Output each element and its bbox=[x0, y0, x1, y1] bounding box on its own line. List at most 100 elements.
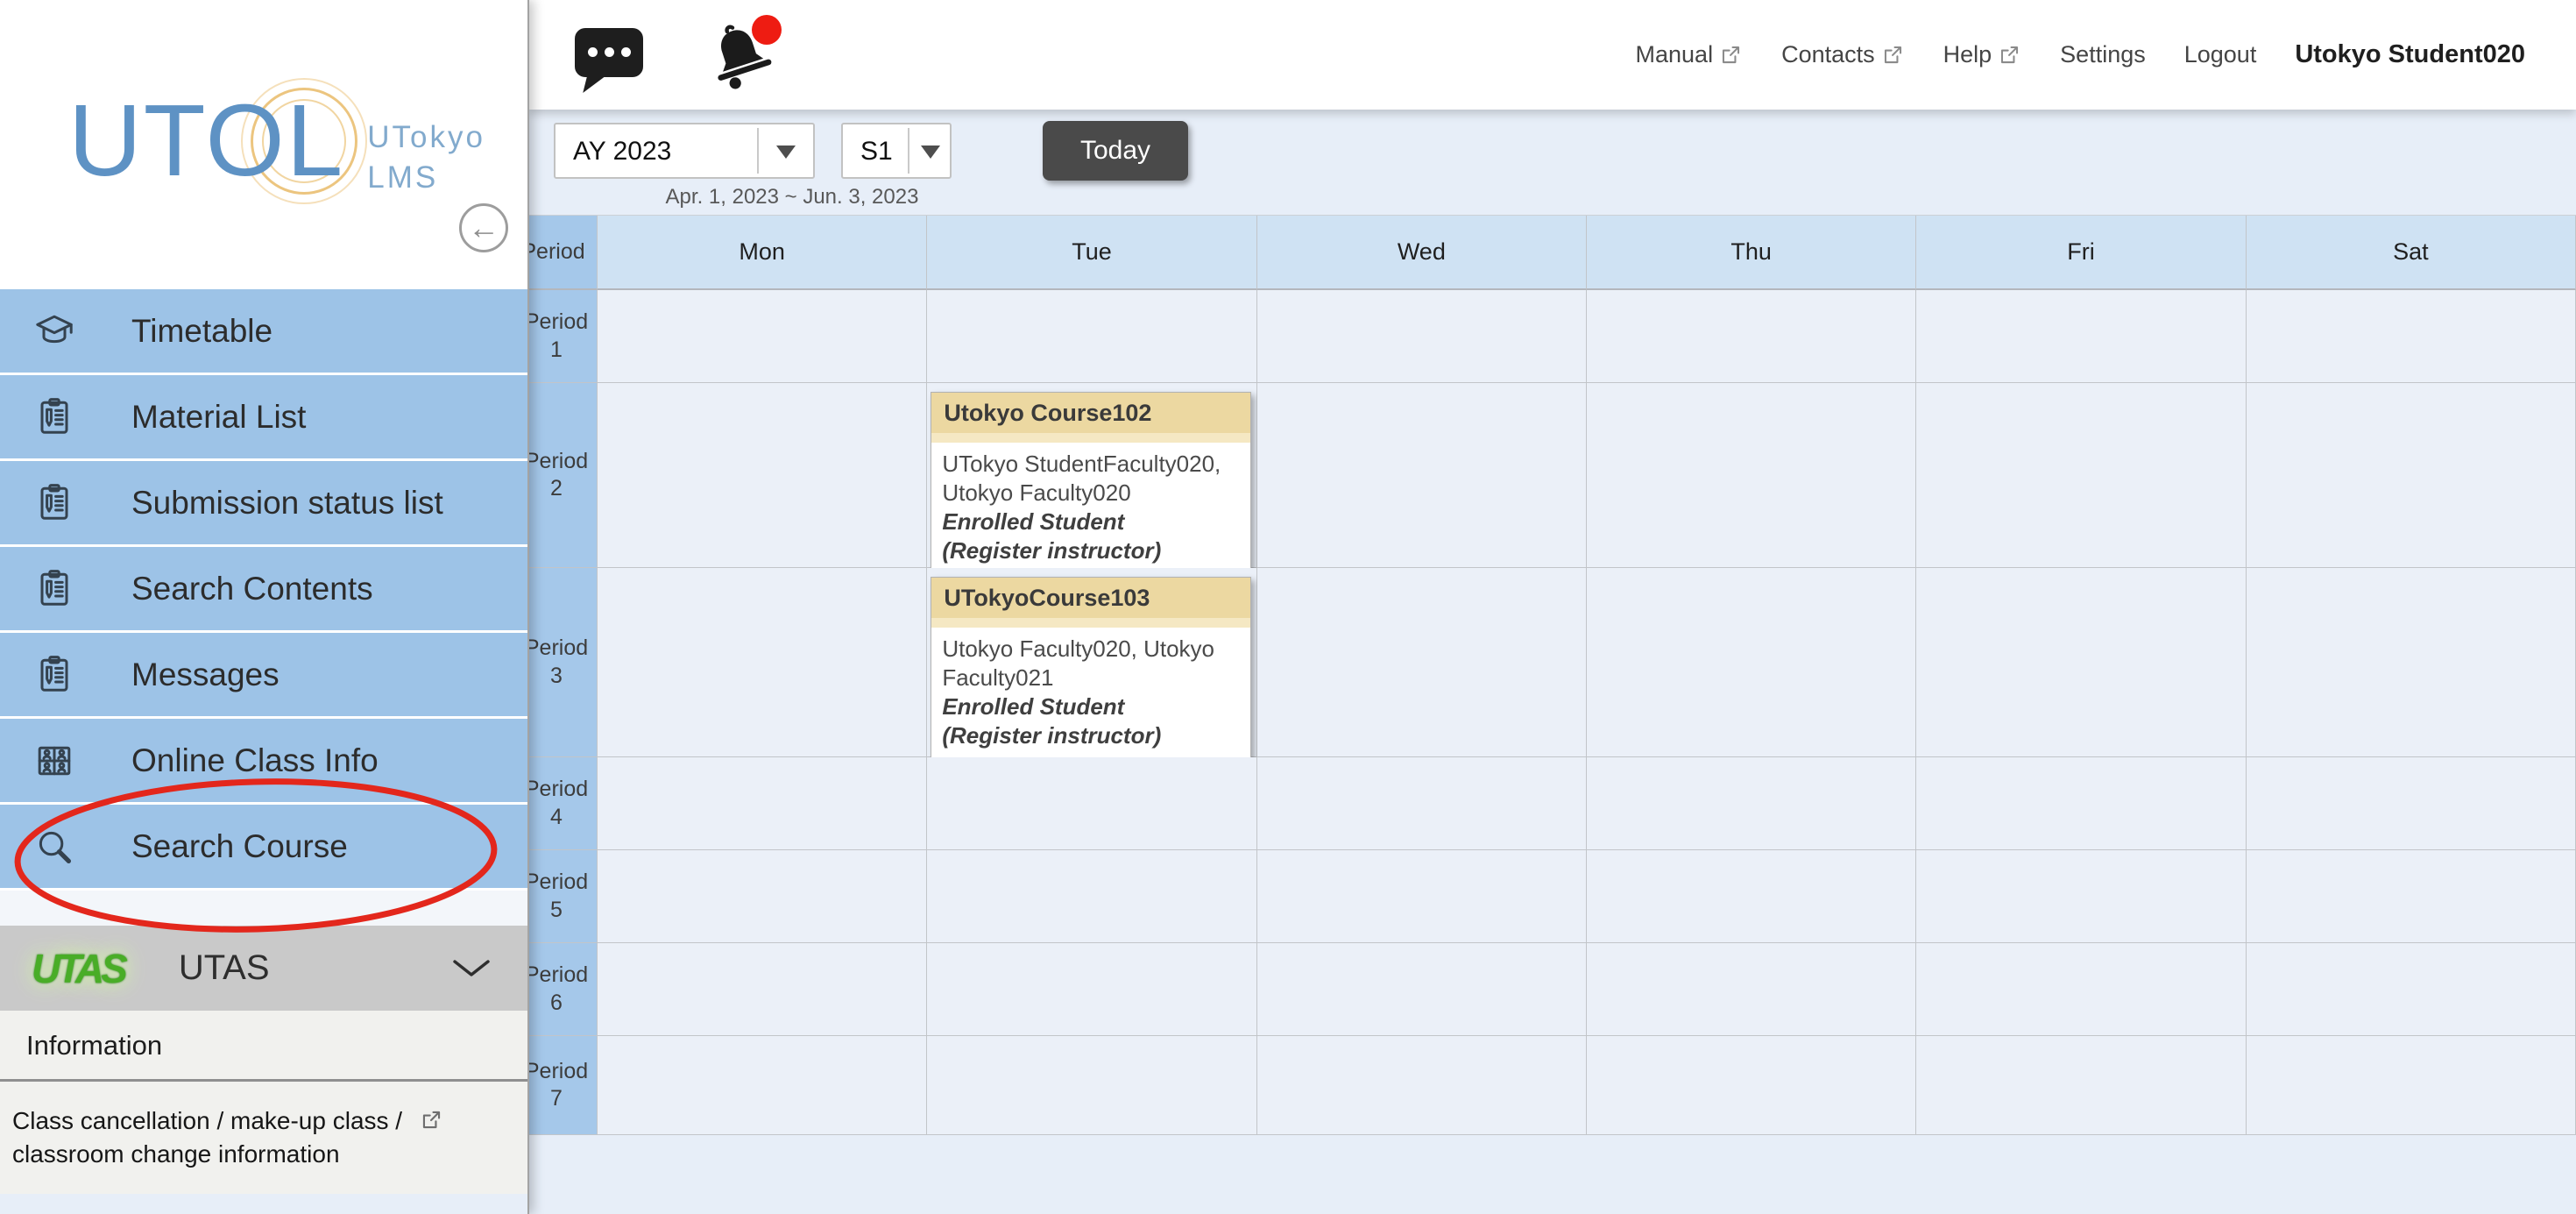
course-instructors: Utokyo Faculty020, Utokyo Faculty021 bbox=[942, 635, 1239, 692]
term-select[interactable]: S1 bbox=[841, 123, 952, 179]
controlbar: AY 2023 S1 Today Apr. 1, 2023 ~ Jun. 3, … bbox=[529, 110, 2576, 215]
course-card-strip bbox=[931, 618, 1249, 628]
timetable-cell bbox=[927, 943, 1256, 1036]
dropdown-arrow-icon bbox=[776, 146, 796, 159]
left-arrow-icon: ← bbox=[468, 209, 499, 246]
sidebar-item-label: Search Contents bbox=[131, 571, 373, 607]
period-label-1: Period1 bbox=[529, 290, 598, 383]
timetable-cell-tue-3: UTokyoCourse103 Utokyo Faculty020, Utoky… bbox=[927, 568, 1256, 757]
timetable-cell bbox=[598, 850, 927, 943]
timetable-cell bbox=[927, 1036, 1256, 1135]
timetable-cell bbox=[1257, 850, 1587, 943]
user-name: Utokyo Student020 bbox=[2295, 40, 2525, 69]
sidebar-item-label: Messages bbox=[131, 657, 280, 693]
logo-subtitle: UTokyo LMS bbox=[367, 117, 485, 204]
timetable-cell bbox=[1916, 757, 2246, 850]
sidebar-item-search-course[interactable]: Search Course bbox=[0, 805, 527, 888]
timetable-cell bbox=[598, 568, 927, 757]
class-cancellation-info-link[interactable]: Class cancellation / make-up class / cla… bbox=[0, 1082, 527, 1194]
period-label-5: Period5 bbox=[529, 850, 598, 943]
day-header-wed: Wed bbox=[1257, 216, 1587, 290]
chat-bubble-icon[interactable] bbox=[575, 21, 645, 89]
clipboard-icon bbox=[33, 482, 75, 524]
settings-link[interactable]: Settings bbox=[2060, 41, 2146, 68]
period-label-7: Period7 bbox=[529, 1036, 598, 1135]
course-role-detail: (Register instructor) bbox=[942, 536, 1239, 565]
settings-link-label: Settings bbox=[2060, 41, 2146, 68]
logo-main-text: UTOL bbox=[68, 77, 344, 204]
bell-icon[interactable] bbox=[701, 15, 789, 96]
help-link[interactable]: Help bbox=[1943, 41, 2022, 68]
course-card-body: Utokyo Faculty020, Utokyo Faculty021 Enr… bbox=[931, 628, 1249, 761]
timetable-cell bbox=[2247, 383, 2576, 568]
clipboard-icon bbox=[33, 654, 75, 696]
course-card-course103[interactable]: UTokyoCourse103 Utokyo Faculty020, Utoky… bbox=[931, 577, 1250, 762]
logo-sub-line1: UTokyo bbox=[367, 117, 485, 158]
timetable-cell bbox=[2247, 943, 2576, 1036]
timetable-cell bbox=[1257, 290, 1587, 383]
timetable-cell bbox=[598, 290, 927, 383]
sidebar-item-utas[interactable]: UTAS UTAS bbox=[0, 926, 527, 1011]
external-link-icon bbox=[420, 1108, 443, 1132]
topbar-links: Manual Contacts Help Se bbox=[1636, 40, 2576, 69]
manual-link-label: Manual bbox=[1636, 41, 1714, 68]
chevron-down-icon bbox=[452, 957, 491, 984]
timetable-cell bbox=[1257, 757, 1587, 850]
contacts-link[interactable]: Contacts bbox=[1781, 41, 1905, 68]
logout-link-label: Logout bbox=[2184, 41, 2257, 68]
timetable-cell bbox=[1587, 1036, 1916, 1135]
utol-logo: UTOL UTokyo LMS bbox=[68, 77, 485, 204]
sidebar-menu: Timetable Material List bbox=[0, 289, 527, 891]
timetable-cell bbox=[2247, 290, 2576, 383]
date-range-label: Apr. 1, 2023 ~ Jun. 3, 2023 bbox=[643, 185, 941, 209]
sidebar-collapse-button[interactable]: ← bbox=[459, 203, 508, 252]
course-instructors: UTokyo StudentFaculty020, Utokyo Faculty… bbox=[942, 450, 1239, 508]
academic-year-select[interactable]: AY 2023 bbox=[554, 123, 815, 179]
course-title: Utokyo Course102 bbox=[931, 393, 1249, 433]
sidebar-item-online-class-info[interactable]: Online Class Info bbox=[0, 719, 527, 802]
logo-sub-line2: LMS bbox=[367, 158, 485, 198]
logo-area: UTOL UTokyo LMS ← bbox=[0, 0, 527, 289]
sidebar-item-submission-status-list[interactable]: Submission status list bbox=[0, 461, 527, 544]
logout-link[interactable]: Logout bbox=[2184, 41, 2257, 68]
sidebar-item-label: Timetable bbox=[131, 313, 272, 350]
course-card-course102[interactable]: Utokyo Course102 UTokyo StudentFaculty02… bbox=[931, 392, 1250, 577]
external-link-icon bbox=[1998, 43, 2021, 67]
sidebar-item-timetable[interactable]: Timetable bbox=[0, 289, 527, 373]
utas-logo-icon: UTAS bbox=[32, 945, 124, 992]
period-label-2: Period2 bbox=[529, 383, 598, 568]
sidebar-item-search-contents[interactable]: Search Contents bbox=[0, 547, 527, 630]
timetable-cell bbox=[927, 850, 1256, 943]
dropdown-arrow-icon bbox=[921, 146, 940, 159]
timetable-cell bbox=[1587, 943, 1916, 1036]
day-header-thu: Thu bbox=[1587, 216, 1916, 290]
course-card-strip bbox=[931, 433, 1249, 443]
timetable-cell bbox=[1916, 290, 2246, 383]
notification-badge bbox=[752, 15, 782, 45]
online-class-grid-icon bbox=[33, 740, 75, 782]
day-header-sat: Sat bbox=[2247, 216, 2576, 290]
timetable-cell bbox=[1257, 943, 1587, 1036]
select-divider bbox=[908, 128, 909, 174]
graduation-cap-icon bbox=[33, 310, 75, 352]
manual-link[interactable]: Manual bbox=[1636, 41, 1744, 68]
timetable-cell bbox=[927, 757, 1256, 850]
timetable-cell bbox=[1916, 850, 2246, 943]
clipboard-icon bbox=[33, 396, 75, 438]
today-button[interactable]: Today bbox=[1043, 121, 1188, 181]
day-header-mon: Mon bbox=[598, 216, 927, 290]
timetable-cell bbox=[1587, 568, 1916, 757]
day-header-tue: Tue bbox=[927, 216, 1256, 290]
utas-label: UTAS bbox=[179, 948, 270, 988]
external-link-icon bbox=[1719, 43, 1743, 67]
info-link-label: Class cancellation / make-up class / cla… bbox=[12, 1107, 402, 1168]
information-header: Information bbox=[0, 1011, 527, 1082]
sidebar-item-messages[interactable]: Messages bbox=[0, 633, 527, 716]
timetable-cell bbox=[598, 1036, 927, 1135]
sidebar-item-material-list[interactable]: Material List bbox=[0, 375, 527, 458]
period-label-4: Period4 bbox=[529, 757, 598, 850]
timetable-cell bbox=[2247, 1036, 2576, 1135]
course-title: UTokyoCourse103 bbox=[931, 578, 1249, 618]
timetable-cell bbox=[598, 943, 927, 1036]
timetable-cell bbox=[1587, 290, 1916, 383]
